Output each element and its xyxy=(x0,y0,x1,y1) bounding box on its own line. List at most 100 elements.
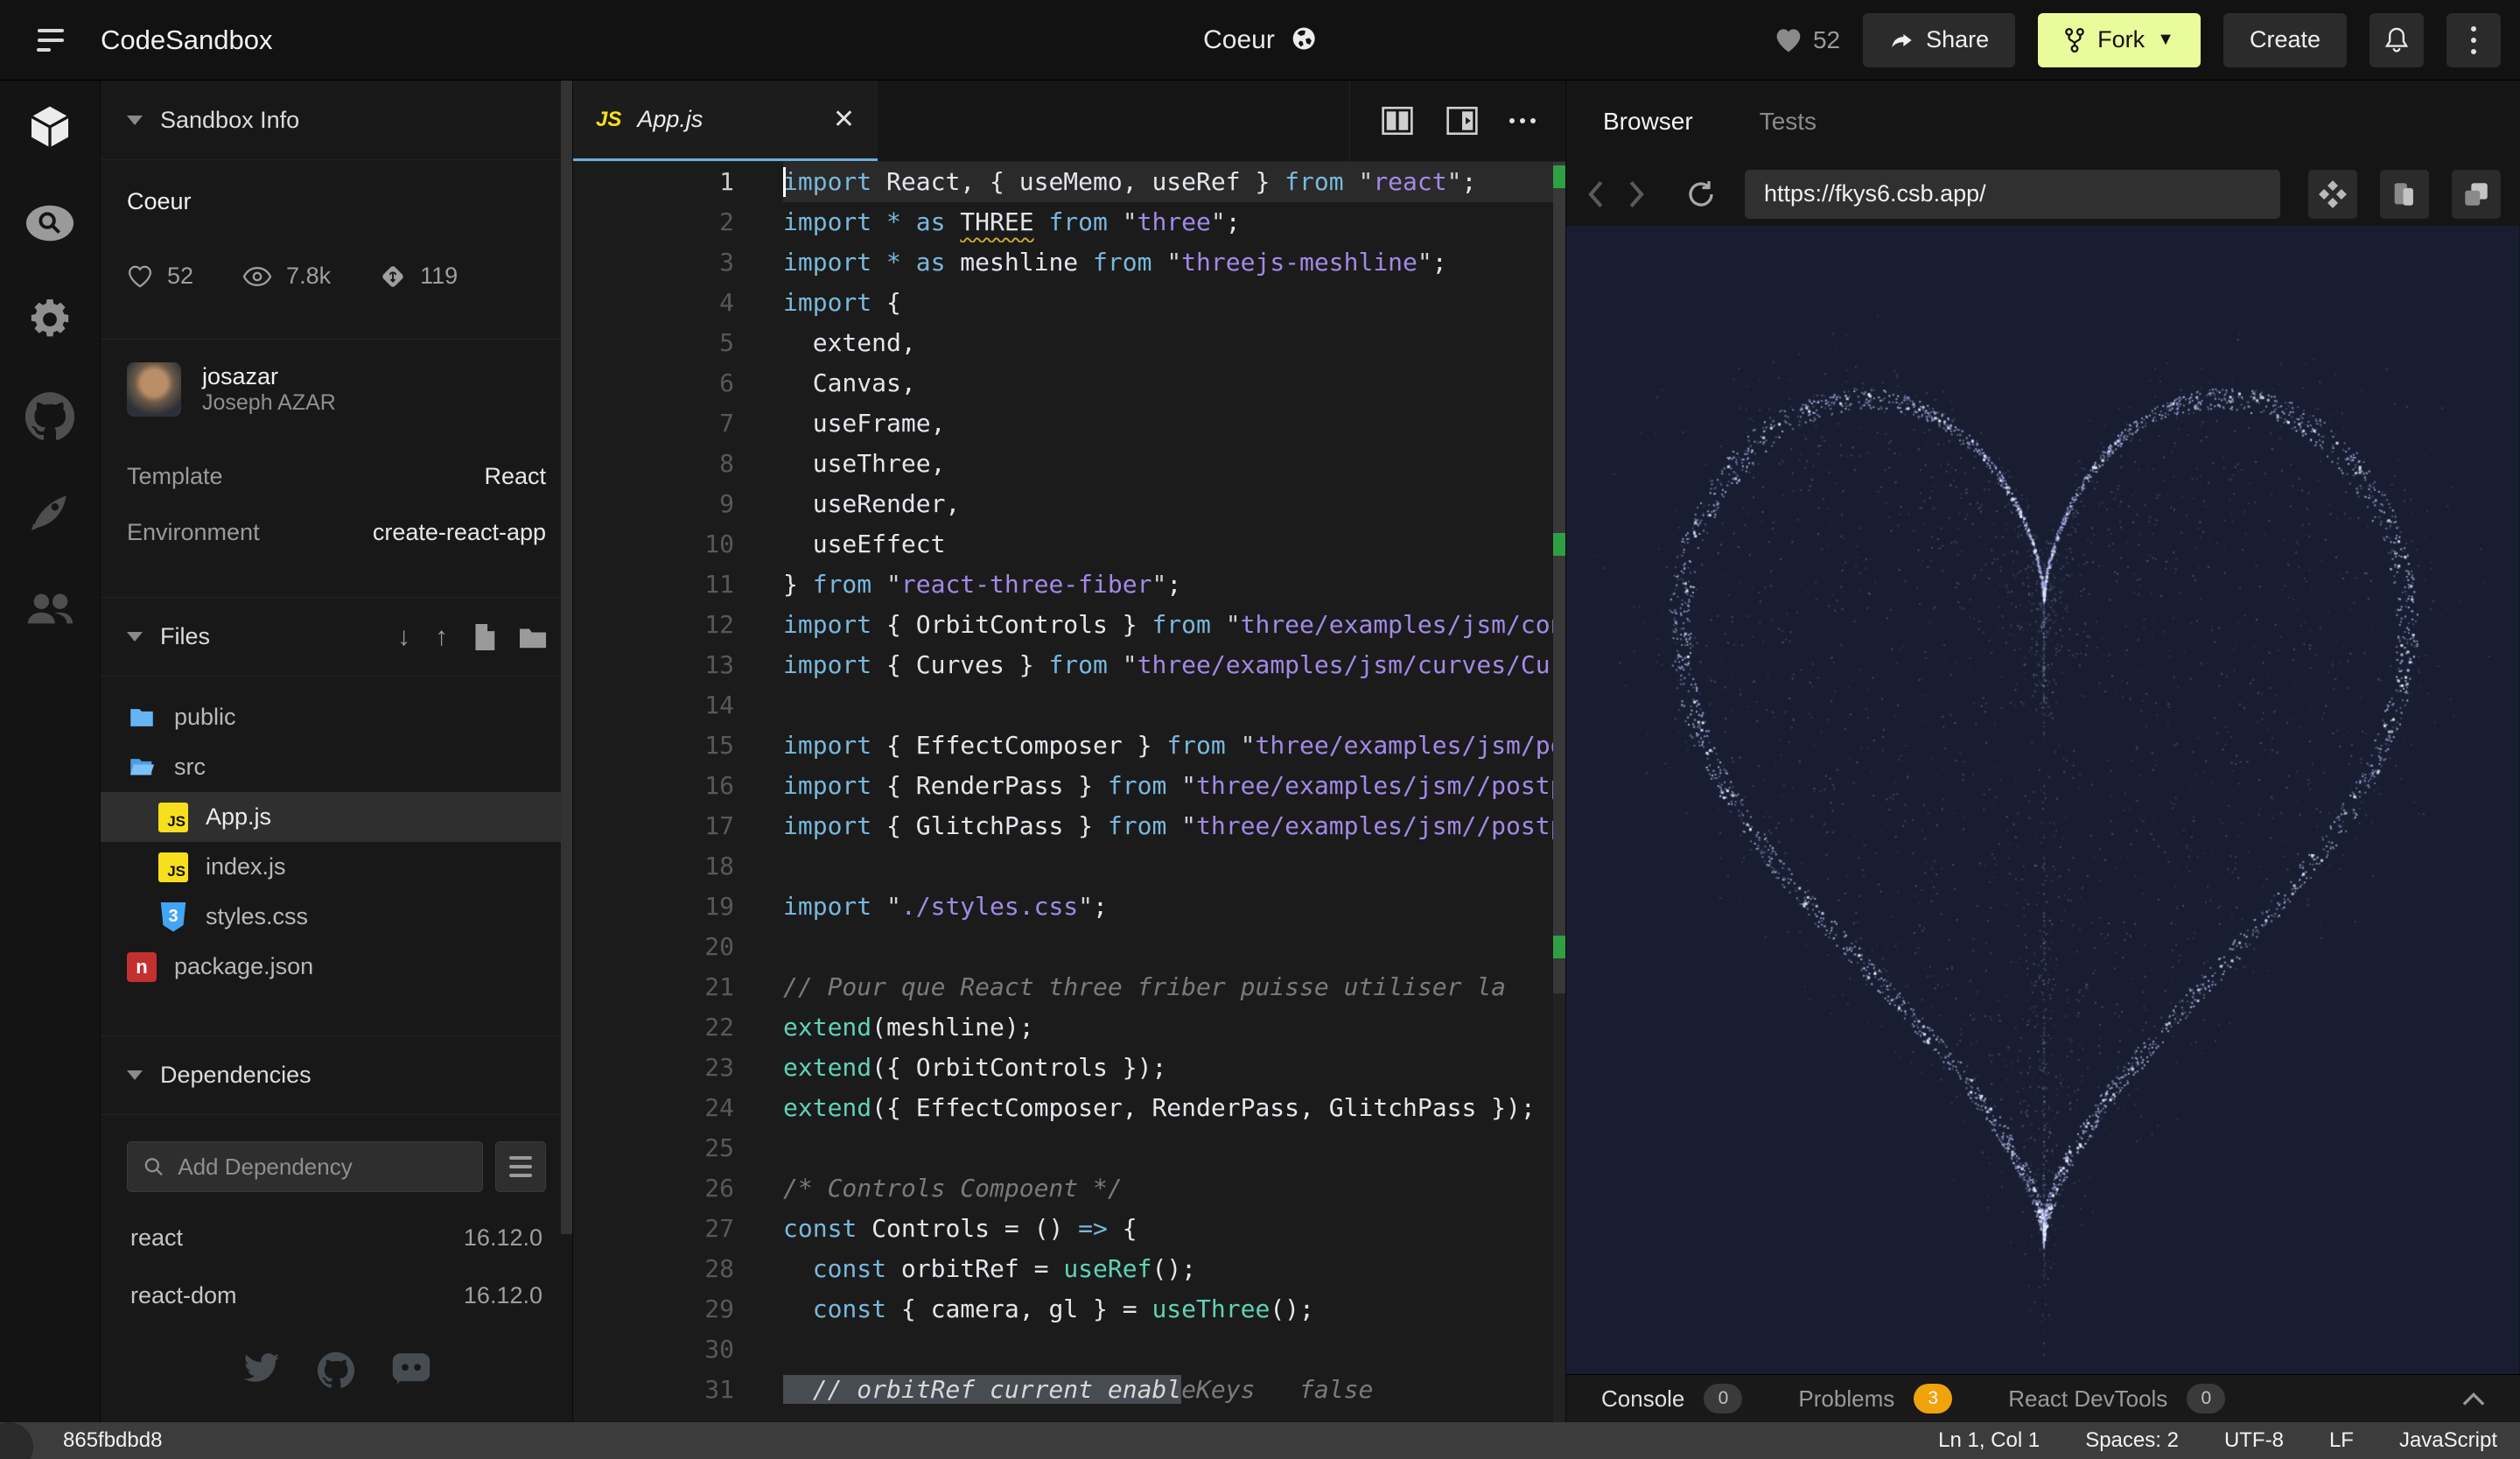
code-line[interactable]: 31 // orbitRef current enableKeys false xyxy=(573,1370,1565,1410)
live-rail-icon[interactable] xyxy=(23,581,77,635)
add-dependency-input[interactable] xyxy=(178,1153,466,1181)
dependency-row[interactable]: react-dom 16.12.0 xyxy=(101,1269,572,1322)
code-line[interactable]: 17 import { GlitchPass } from "three/exam… xyxy=(573,806,1565,846)
like-control[interactable]: 52 xyxy=(1774,26,1840,54)
editor-more-button[interactable] xyxy=(1509,118,1536,123)
console-tab[interactable]: Console 0 xyxy=(1601,1384,1743,1413)
add-dependency-field[interactable] xyxy=(127,1141,483,1192)
fork-button[interactable]: Fork ▼ xyxy=(2038,12,2201,67)
sandbox-info-rail-icon[interactable] xyxy=(23,100,77,154)
code-line[interactable]: 19 import "./styles.css"; xyxy=(573,887,1565,927)
create-button[interactable]: Create xyxy=(2222,12,2347,67)
file-row[interactable]: public xyxy=(101,692,572,742)
react-devtools-tab[interactable]: React DevTools 0 xyxy=(2008,1384,2226,1413)
url-bar[interactable] xyxy=(1745,169,2280,219)
share-button[interactable]: Share xyxy=(1863,12,2016,67)
files-header[interactable]: Files ↓ ↑ xyxy=(101,597,572,677)
code-line[interactable]: 10 useEffect xyxy=(573,524,1565,565)
status-item[interactable]: UTF-8 xyxy=(2224,1428,2284,1453)
tab-tests[interactable]: Tests xyxy=(1760,108,1816,136)
code-line[interactable]: 2 import * as THREE from "three"; xyxy=(573,202,1565,242)
code-line[interactable]: 23 extend({ OrbitControls }); xyxy=(573,1048,1565,1088)
code-line[interactable]: 26 /* Controls Compoent */ xyxy=(573,1168,1565,1209)
code-line[interactable]: 18 xyxy=(573,846,1565,887)
forward-button[interactable] xyxy=(1628,179,1647,209)
code-line[interactable]: 25 xyxy=(573,1128,1565,1168)
dependency-list-button[interactable] xyxy=(495,1141,546,1192)
dependency-row[interactable]: react 16.12.0 xyxy=(101,1211,572,1264)
code-line[interactable]: 5 extend, xyxy=(573,323,1565,363)
status-item[interactable]: Spaces: 2 xyxy=(2085,1428,2179,1453)
more-menu-button[interactable] xyxy=(2446,12,2501,67)
code-line[interactable]: 24 extend({ EffectComposer, RenderPass, G… xyxy=(573,1088,1565,1128)
problems-tab[interactable]: Problems 3 xyxy=(1798,1384,1953,1413)
file-row[interactable]: JS App.js xyxy=(101,792,572,842)
file-row[interactable]: 3 styles.css xyxy=(101,892,572,942)
status-item[interactable]: Ln 1, Col 1 xyxy=(1938,1428,2040,1453)
responsive-mode-button[interactable] xyxy=(2308,169,2357,219)
tab-browser[interactable]: Browser xyxy=(1603,108,1693,136)
code-line[interactable]: 6 Canvas, xyxy=(573,363,1565,403)
deploy-rail-icon[interactable] xyxy=(23,485,77,539)
code-line[interactable]: 22 extend(meshline); xyxy=(573,1007,1565,1048)
author-row[interactable]: josazar Joseph AZAR xyxy=(101,340,572,439)
search-rail-icon[interactable] xyxy=(23,196,77,250)
close-tab-icon[interactable]: ✕ xyxy=(833,104,855,135)
code-line[interactable]: 16 import { RenderPass } from "three/exam… xyxy=(573,766,1565,806)
twitter-icon[interactable] xyxy=(242,1351,281,1385)
code-line[interactable]: 11} from "react-three-fiber"; xyxy=(573,565,1565,605)
back-button[interactable] xyxy=(1586,179,1605,209)
expand-console-button[interactable] xyxy=(2462,1385,2485,1413)
code-line[interactable]: 7 useFrame, xyxy=(573,403,1565,444)
status-item[interactable]: JavaScript xyxy=(2399,1428,2497,1453)
code-line[interactable]: 30 xyxy=(573,1329,1565,1370)
code-line[interactable]: 13 import { Curves } from "three/examples… xyxy=(573,645,1565,685)
line-number: 13 xyxy=(704,650,734,679)
github-icon[interactable] xyxy=(317,1351,354,1388)
split-view-button[interactable] xyxy=(1380,105,1415,137)
file-row[interactable]: n package.json xyxy=(101,942,572,992)
line-number: 19 xyxy=(704,892,734,921)
code-line[interactable]: 29 const { camera, gl } = useThree(); xyxy=(573,1289,1565,1329)
line-number: 14 xyxy=(704,691,734,719)
code-line[interactable]: 1 import React, { useMemo, useRef } from … xyxy=(573,162,1565,202)
file-row[interactable]: src xyxy=(101,742,572,792)
code-line[interactable]: 4 import { xyxy=(573,283,1565,323)
open-preview-button[interactable] xyxy=(1445,105,1480,137)
tab-appjs[interactable]: JS App.js ✕ xyxy=(573,81,878,161)
top-bar: CodeSandbox Coeur 52 Share Fork ▼ Create xyxy=(0,0,2520,81)
github-rail-icon[interactable] xyxy=(23,389,77,443)
code-line[interactable]: 14 xyxy=(573,685,1565,726)
dependencies-header[interactable]: Dependencies xyxy=(101,1035,572,1115)
sandbox-info-header[interactable]: Sandbox Info xyxy=(101,81,572,160)
sidebar-scrollbar[interactable] xyxy=(561,81,572,1234)
url-input[interactable] xyxy=(1764,180,2261,207)
new-file-icon[interactable] xyxy=(472,623,495,650)
upload-icon[interactable]: ↑ xyxy=(435,622,448,652)
globe-icon[interactable] xyxy=(1291,25,1317,56)
devices-button[interactable] xyxy=(2380,169,2429,219)
code-line[interactable]: 8 useThree, xyxy=(573,444,1565,484)
browser-viewport[interactable] xyxy=(1566,226,2520,1374)
menu-icon[interactable] xyxy=(0,28,101,52)
editor-scrollbar[interactable] xyxy=(1553,162,1565,1422)
code-line[interactable]: 3 import * as meshline from "threejs-mesh… xyxy=(573,242,1565,283)
new-folder-icon[interactable] xyxy=(520,626,546,649)
code-line[interactable]: 12 import { OrbitControls } from "three/e… xyxy=(573,605,1565,645)
code-line[interactable]: 9 useRender, xyxy=(573,484,1565,524)
code-line[interactable]: 21 // Pour que React three friber puisse … xyxy=(573,967,1565,1007)
status-item[interactable]: LF xyxy=(2329,1428,2354,1453)
code-line[interactable]: 28 const orbitRef = useRef(); xyxy=(573,1249,1565,1289)
code-line[interactable]: 20 xyxy=(573,927,1565,967)
settings-rail-icon[interactable] xyxy=(23,292,77,347)
code-line[interactable]: 27 const Controls = () => { xyxy=(573,1209,1565,1249)
refresh-button[interactable] xyxy=(1685,179,1717,210)
code-area[interactable]: 1 import React, { useMemo, useRef } from … xyxy=(573,162,1565,1422)
open-in-new-window-button[interactable] xyxy=(2452,169,2501,219)
download-icon[interactable]: ↓ xyxy=(397,622,410,652)
discord-icon[interactable] xyxy=(391,1351,431,1386)
file-row[interactable]: JS index.js xyxy=(101,842,572,892)
code-line[interactable]: 15 import { EffectComposer } from "three/… xyxy=(573,726,1565,766)
change-marker xyxy=(1553,936,1565,958)
notifications-button[interactable] xyxy=(2370,12,2424,67)
